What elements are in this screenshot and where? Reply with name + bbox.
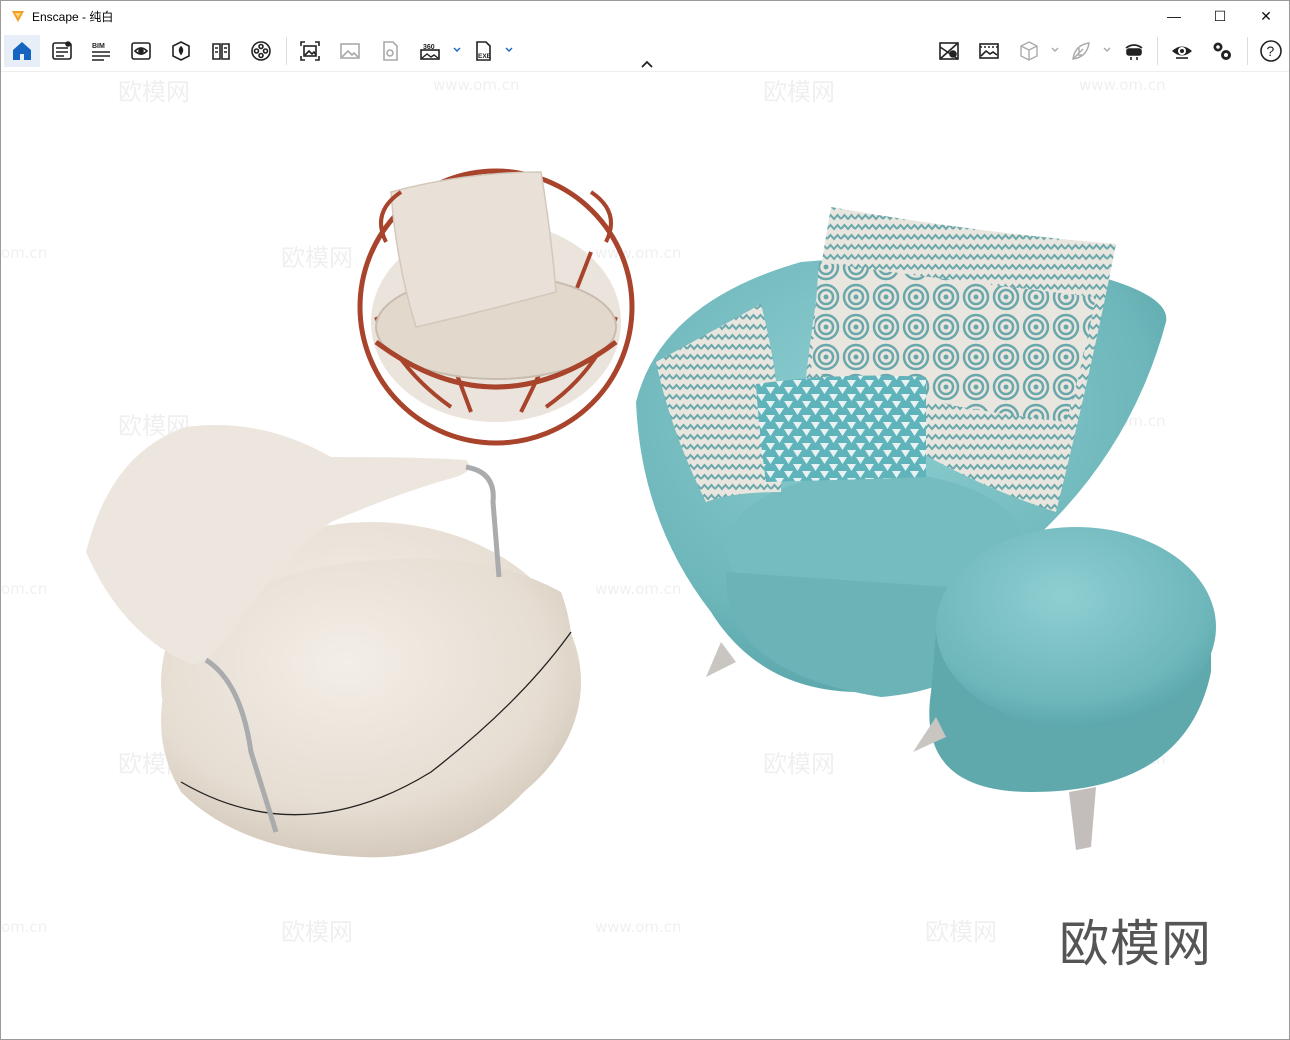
rattan-ball-chair[interactable] xyxy=(357,168,635,446)
close-button[interactable]: ✕ xyxy=(1243,1,1289,31)
exe-label: EXE xyxy=(478,53,492,60)
cube-button[interactable] xyxy=(1011,35,1047,67)
enscape-logo-icon xyxy=(12,11,24,22)
teal-ottoman[interactable] xyxy=(913,527,1216,850)
bim-icon: BIM xyxy=(92,43,110,61)
panorama-360-button[interactable]: 360 xyxy=(412,35,448,67)
screenshot-button[interactable] xyxy=(292,35,328,67)
panorama-360-icon: 360 xyxy=(420,44,440,60)
help-button[interactable]: ? xyxy=(1253,35,1289,67)
visibility-button[interactable] xyxy=(123,35,159,67)
cube-icon xyxy=(1020,41,1038,61)
help-icon: ? xyxy=(1260,40,1282,62)
gears-icon xyxy=(1213,42,1231,60)
minimize-icon: — xyxy=(1167,8,1181,24)
collapse-toolbar-button[interactable] xyxy=(637,57,657,71)
screenshot-icon xyxy=(300,41,320,61)
cushion-triangles xyxy=(756,375,926,482)
settings-list-icon xyxy=(52,41,72,60)
furniture-render xyxy=(86,168,1216,858)
settings-list-button[interactable] xyxy=(44,35,80,67)
minimize-button[interactable]: — xyxy=(1151,1,1197,31)
maximize-icon: ☐ xyxy=(1213,7,1227,24)
video-reel-button[interactable] xyxy=(243,35,279,67)
toolbar-separator xyxy=(1157,37,1158,65)
map-pin-button[interactable] xyxy=(931,35,967,67)
chevron-up-icon xyxy=(641,60,653,68)
window-controls: — ☐ ✕ xyxy=(1151,1,1289,31)
location-button[interactable] xyxy=(163,35,199,67)
maximize-button[interactable]: ☐ xyxy=(1197,1,1243,31)
map-pin-icon xyxy=(939,42,959,60)
toolbar-separator xyxy=(1247,37,1248,65)
eye-icon xyxy=(1172,46,1192,59)
help-label: ? xyxy=(1267,43,1275,59)
image-button[interactable] xyxy=(332,35,368,67)
leaf-icon xyxy=(1072,42,1090,60)
export-exe-button[interactable]: EXE xyxy=(465,35,501,67)
chevron-down-icon[interactable] xyxy=(504,45,514,55)
export-exe-icon: EXE xyxy=(476,41,492,61)
gallery-icon xyxy=(979,43,999,59)
chevron-down-icon[interactable] xyxy=(1050,45,1060,55)
toolbar-separator xyxy=(286,37,287,65)
title-bar: Enscape - 纯白 — ☐ ✕ xyxy=(1,1,1289,31)
exe-file-icon xyxy=(383,41,398,61)
white-armchair[interactable] xyxy=(86,425,581,858)
image-icon xyxy=(340,43,360,59)
close-icon: ✕ xyxy=(1260,7,1272,24)
home-button[interactable] xyxy=(4,35,40,67)
watermark-logo: 欧模网 xyxy=(1059,915,1212,973)
bim-button[interactable]: BIM xyxy=(83,35,119,67)
exe-file-button[interactable] xyxy=(372,35,408,67)
location-icon xyxy=(172,41,190,61)
vr-headset-icon xyxy=(1125,44,1143,60)
settings-button[interactable] xyxy=(1204,35,1240,67)
chevron-down-icon[interactable] xyxy=(452,45,462,55)
render-viewport[interactable]: 欧模网 www.om.cn 欧模网 www.om.cn om.cn 欧模网 ww… xyxy=(1,72,1289,1039)
book-button[interactable] xyxy=(203,35,239,67)
eye-button[interactable] xyxy=(1164,35,1200,67)
bim-label: BIM xyxy=(92,43,105,50)
window-title: Enscape - 纯白 xyxy=(32,9,114,24)
book-icon xyxy=(212,43,230,60)
chevron-down-icon[interactable] xyxy=(1102,45,1112,55)
vr-headset-button[interactable] xyxy=(1116,35,1152,67)
visibility-icon xyxy=(131,42,151,60)
home-icon xyxy=(13,42,31,60)
video-reel-icon xyxy=(251,41,271,61)
leaf-button[interactable] xyxy=(1063,35,1099,67)
gallery-button[interactable] xyxy=(971,35,1007,67)
